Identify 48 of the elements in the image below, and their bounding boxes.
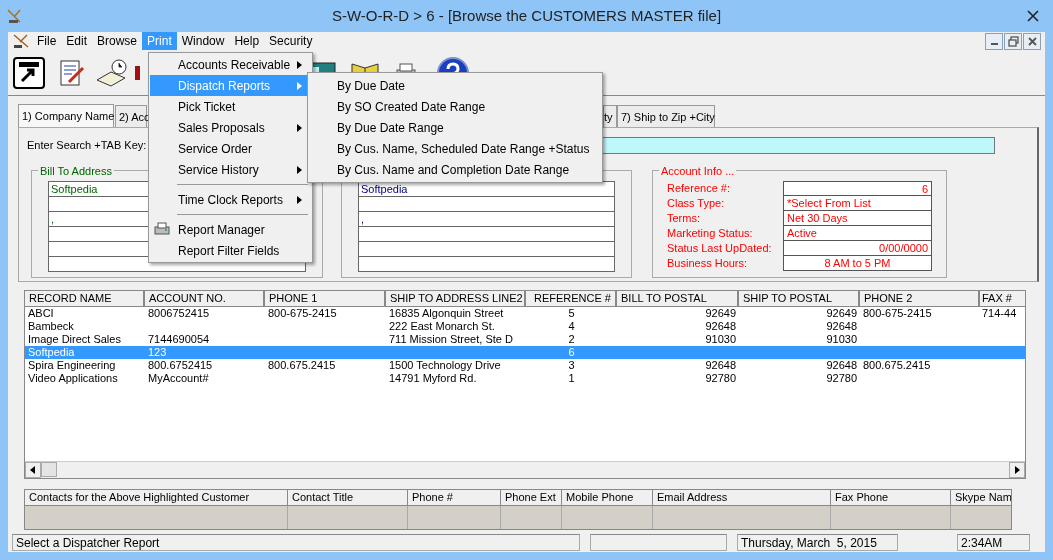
table-cell-text: 91030 [825,333,858,347]
table-cell-text: 3 [567,359,576,373]
table-cell-text: Bambeck [27,320,75,334]
table-cell-text: MyAccount# [147,372,210,386]
table-cell-text: 16835 Algonquin Street [388,307,505,321]
table-cell-text: 92780 [704,372,737,386]
table-cell-text: 92648 [704,320,737,334]
table-cell-text: 92649 [704,307,737,321]
table-cell-text: Spira Engineering [27,359,117,373]
table-cell-text: 1500 Technology Drive [388,359,502,373]
table-cell-text: 1 [567,372,576,386]
field-label: Class Type: [667,196,726,212]
table-cell-text: 711 Mission Street, Ste D [388,333,514,347]
table-cell-text: 800.675.2415 [267,359,337,373]
field-label: Terms: [667,211,701,227]
table-cell-text: 14791 Myford Rd. [388,372,478,386]
table-cell-text: 92648 [825,320,858,334]
window-title: S-W-O-R-D > 6 - [Browse the CUSTOMERS MASTER file] [331,5,722,26]
table-cell-text: Image Direct Sales [27,333,122,347]
table-cell-text: 800-675-2415 [862,307,933,321]
table-cell-text: 92649 [825,307,858,321]
table-cell-text: 800.675.2415 [862,359,932,373]
field-label: Reference #: [667,181,731,197]
field-label: Business Hours: [667,256,749,272]
table-cell-text: 5 [567,307,576,321]
table-cell-text: Softpedia [27,346,76,360]
status-date: Thursday, March 5, 2015 [737,533,898,551]
table-cell-text: 7144690054 [147,333,211,347]
table-cell-text: 800-675-2415 [267,307,338,321]
table-cell-text: 92648 [704,359,737,373]
field-label: Status Last UpDated: [667,241,773,257]
status-time: 2:34AM [957,533,1030,551]
table-cell-text: 8006752415 [147,307,211,321]
table-cell-text: 91030 [704,333,737,347]
field-label: Marketing Status: [667,226,754,242]
table-cell-text: 222 East Monarch St. [388,320,496,334]
table-cell-text: 92648 [825,359,858,373]
table-cell-text: 92780 [825,372,858,386]
search-label: Enter Search +TAB Key: [27,138,147,154]
status-message: Select a Dispatcher Report [12,533,580,551]
table-cell-text: 2 [567,333,576,347]
table-cell-text: Video Applications [27,372,119,386]
table-cell-text: 4 [567,320,576,334]
table-cell-text: 6 [567,346,576,360]
table-cell-text: ABCI [27,307,55,321]
table-cell-text: 123 [147,346,168,360]
table-cell-text: 714-44 [981,307,1018,321]
table-cell-text: 800.6752415 [147,359,214,373]
